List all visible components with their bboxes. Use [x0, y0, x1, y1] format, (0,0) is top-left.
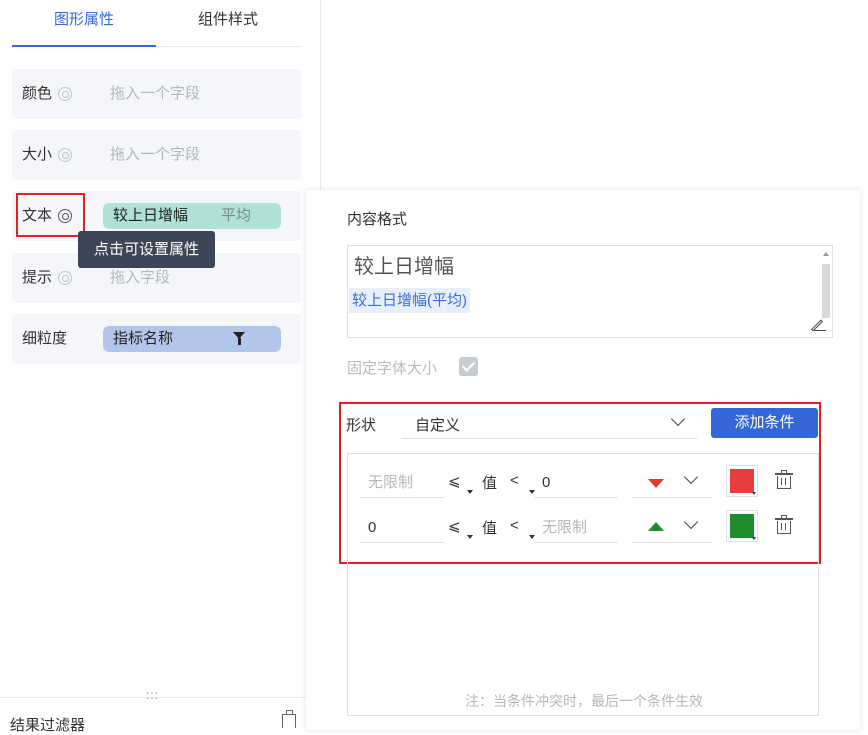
drop-zone-size[interactable]: 拖入一个字段 [110, 130, 200, 180]
tab-bar: 图形属性 组件样式 [12, 0, 301, 47]
caret-down-icon[interactable] [467, 490, 473, 494]
pill-field-name: 较上日增幅 [113, 207, 189, 224]
tooltip-set-properties: 点击可设置属性 [78, 231, 215, 268]
condition-value-label: 值 [482, 520, 498, 537]
result-filter-label: 结果过滤器 [10, 717, 86, 734]
field-row-color[interactable]: 颜色 拖入一个字段 [12, 69, 301, 119]
condition-color-picker[interactable] [726, 465, 758, 497]
field-pill-granularity[interactable]: 指标名称 [103, 326, 281, 352]
shape-label: 形状 [346, 417, 377, 434]
content-format-popup: 内容格式 较上日增幅 较上日增幅(平均) 固定字体大小 形状 自定义 添加条件 … [306, 190, 860, 730]
pill-aggregation[interactable]: 平均 [221, 203, 251, 229]
highlight-box-text-settings [16, 193, 85, 237]
field-row-granularity[interactable]: 细粒度 指标名称 [12, 314, 301, 364]
field-label-granularity: 细粒度 [22, 330, 68, 347]
condition-color-picker[interactable] [726, 510, 758, 542]
shape-select[interactable]: 自定义 [401, 408, 697, 439]
field-label-size: 大小 [22, 146, 53, 163]
arrow-up-icon [648, 522, 664, 531]
condition-icon-select[interactable] [632, 513, 712, 543]
expand-icon[interactable] [282, 710, 296, 728]
drop-zone-color[interactable]: 拖入一个字段 [110, 69, 200, 119]
caret-down-icon [752, 537, 756, 540]
gear-icon[interactable] [58, 148, 72, 162]
condition-value-label: 值 [482, 475, 498, 492]
tab-graphic-properties[interactable]: 图形属性 [12, 0, 156, 47]
color-swatch [730, 469, 754, 493]
delete-icon[interactable] [775, 515, 793, 534]
caret-down-icon [752, 492, 756, 495]
condition-op2[interactable]: < [510, 517, 519, 534]
edit-icon-underline [814, 329, 826, 331]
conditions-area: 无限制 ⩽ 值 < 0 0 ⩽ 值 < 无限制 注：当条件冲突时，最后一个条件生… [347, 453, 819, 716]
delete-icon[interactable] [775, 470, 793, 489]
condition-min-input[interactable]: 无限制 [360, 468, 444, 498]
field-label-color: 颜色 [22, 85, 53, 102]
color-swatch [730, 514, 754, 538]
condition-row: 无限制 ⩽ 值 < 0 [348, 464, 820, 504]
condition-op1[interactable]: ⩽ [448, 517, 461, 535]
caret-down-icon[interactable] [467, 535, 473, 539]
chevron-down-icon [683, 469, 699, 485]
condition-icon-select[interactable] [632, 468, 712, 498]
scroll-up-icon[interactable] [823, 252, 829, 256]
condition-row: 0 ⩽ 值 < 无限制 [348, 509, 820, 549]
chevron-down-icon [683, 514, 699, 530]
field-label-tip: 提示 [22, 269, 53, 286]
condition-max-input[interactable]: 无限制 [534, 513, 618, 543]
condition-min-input[interactable]: 0 [360, 513, 444, 543]
left-panel: 图形属性 组件样式 颜色 拖入一个字段 大小 拖入一个字段 文本 较上日增幅 平… [0, 0, 306, 734]
active-tab-indicator [12, 45, 156, 47]
arrow-down-icon [648, 479, 664, 488]
pill-field-name: 指标名称 [113, 330, 174, 347]
editor-field-tag[interactable]: 较上日增幅(平均) [349, 288, 470, 313]
condition-op1[interactable]: ⩽ [448, 472, 461, 490]
field-pill-text[interactable]: 较上日增幅 平均 [103, 203, 281, 229]
chevron-down-icon [670, 411, 686, 427]
filter-icon[interactable] [233, 332, 245, 345]
fixed-font-size-checkbox[interactable] [459, 357, 478, 376]
add-condition-button[interactable]: 添加条件 [711, 408, 818, 438]
tab-component-style[interactable]: 组件样式 [156, 0, 300, 47]
gear-icon[interactable] [58, 87, 72, 101]
content-editor[interactable]: 较上日增幅 较上日增幅(平均) [347, 245, 833, 338]
shape-select-value: 自定义 [415, 417, 461, 434]
field-row-size[interactable]: 大小 拖入一个字段 [12, 130, 301, 180]
panel-divider [320, 0, 321, 190]
editor-scrollbar[interactable] [822, 264, 830, 318]
result-filter-bar: 结果过滤器 [0, 697, 306, 734]
conflict-note: 注：当条件冲突时，最后一个条件生效 [465, 693, 703, 709]
condition-max-input[interactable]: 0 [534, 468, 618, 498]
popup-title: 内容格式 [347, 211, 408, 228]
fixed-font-size-label: 固定字体大小 [347, 360, 438, 377]
editor-main-text: 较上日增幅 [354, 256, 454, 278]
condition-op2[interactable]: < [510, 472, 519, 489]
gear-icon[interactable] [58, 271, 72, 285]
